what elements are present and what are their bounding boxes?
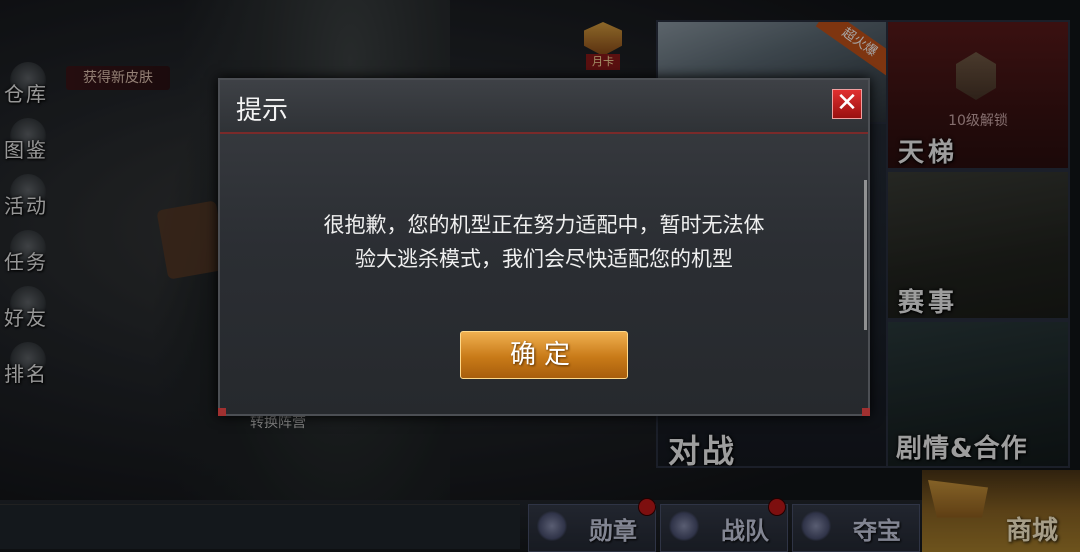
corner-ornament — [862, 408, 870, 416]
confirm-button[interactable]: 确定 — [460, 331, 628, 379]
message-line: 验大逃杀模式，我们会尽快适配您的机型 — [355, 247, 733, 271]
scrollbar[interactable] — [864, 180, 867, 330]
corner-ornament — [218, 408, 226, 416]
dialog-message: 很抱歉，您的机型正在努力适配中，暂时无法体 验大逃杀模式，我们会尽快适配您的机型 — [250, 208, 838, 276]
dialog-title: 提示 — [236, 96, 289, 126]
message-line: 很抱歉，您的机型正在努力适配中，暂时无法体 — [323, 213, 765, 237]
dialog-header: 提示 ✕ — [220, 80, 868, 134]
notice-dialog: 提示 ✕ 很抱歉，您的机型正在努力适配中，暂时无法体 验大逃杀模式，我们会尽快适… — [218, 78, 870, 416]
close-button[interactable]: ✕ — [832, 89, 862, 119]
